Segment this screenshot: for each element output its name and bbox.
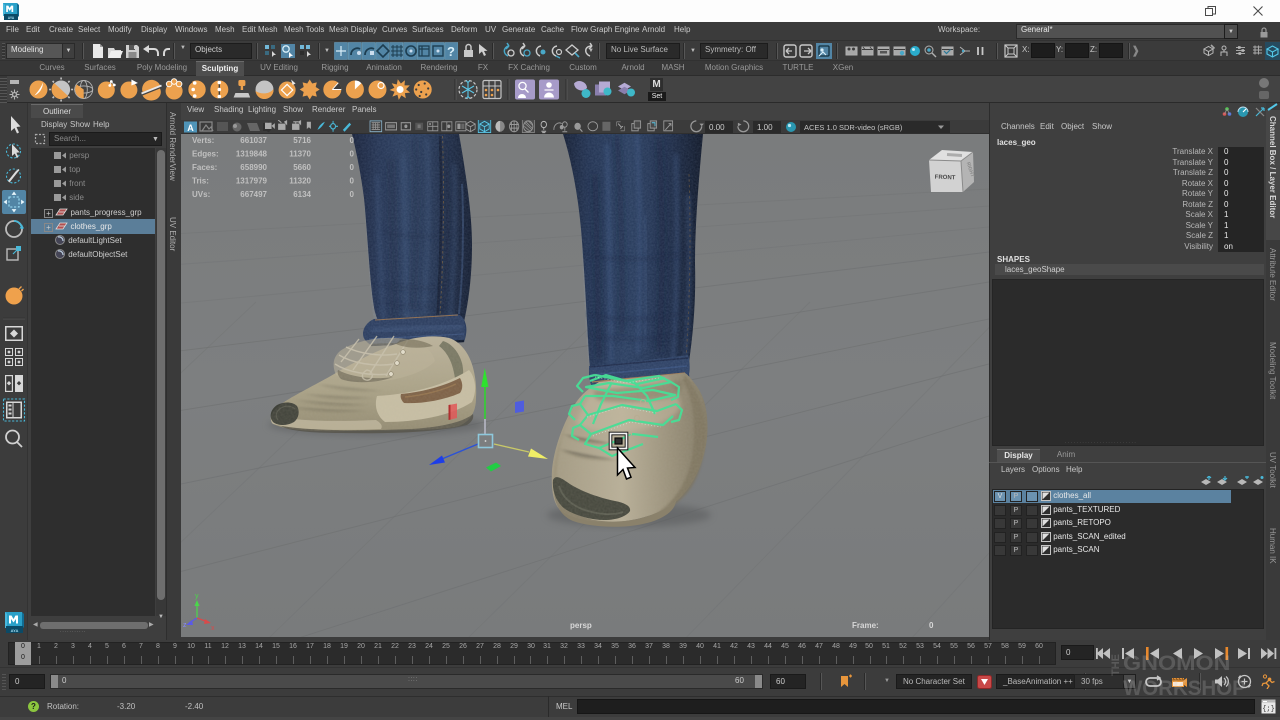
svg-text:5716: 5716 bbox=[293, 136, 311, 145]
svg-text:1319848: 1319848 bbox=[236, 150, 268, 159]
svg-text:Edges:: Edges: bbox=[192, 150, 219, 159]
svg-text:0: 0 bbox=[350, 150, 355, 159]
svg-text:Verts:: Verts: bbox=[192, 136, 214, 145]
svg-text:0: 0 bbox=[350, 177, 355, 186]
svg-text:6134: 6134 bbox=[293, 190, 311, 199]
svg-text:1317979: 1317979 bbox=[236, 177, 268, 186]
svg-text:1.00: 1.00 bbox=[757, 123, 773, 132]
svg-text:658990: 658990 bbox=[240, 163, 267, 172]
svg-text:11370: 11370 bbox=[289, 150, 311, 159]
svg-text:Frame:: Frame: bbox=[852, 621, 879, 630]
svg-text:0.00: 0.00 bbox=[709, 123, 725, 132]
svg-text:x: x bbox=[211, 625, 215, 632]
svg-text:0: 0 bbox=[929, 621, 934, 630]
svg-text:Faces:: Faces: bbox=[192, 163, 217, 172]
svg-text:AYA: AYA bbox=[11, 628, 19, 633]
svg-text:661037: 661037 bbox=[240, 136, 267, 145]
svg-text:AYA: AYA bbox=[8, 16, 15, 20]
svg-text:ACES 1.0 SDR-video (sRGB): ACES 1.0 SDR-video (sRGB) bbox=[804, 123, 903, 132]
svg-text:persp: persp bbox=[570, 621, 592, 630]
svg-text:FRONT: FRONT bbox=[935, 175, 956, 182]
svg-text:z: z bbox=[183, 622, 187, 629]
svg-text:0: 0 bbox=[350, 136, 355, 145]
svg-text:y: y bbox=[195, 593, 199, 600]
svg-text:5660: 5660 bbox=[293, 163, 311, 172]
svg-text:11320: 11320 bbox=[289, 177, 311, 186]
svg-text:0: 0 bbox=[350, 163, 355, 172]
svg-text:UVs:: UVs: bbox=[192, 190, 210, 199]
svg-text:0: 0 bbox=[350, 190, 355, 199]
svg-text:A: A bbox=[187, 123, 194, 133]
svg-text:Tris:: Tris: bbox=[192, 177, 209, 186]
svg-text:{;}: {;} bbox=[1262, 706, 1275, 714]
svg-text:?: ? bbox=[447, 44, 455, 59]
svg-text:667497: 667497 bbox=[240, 190, 267, 199]
